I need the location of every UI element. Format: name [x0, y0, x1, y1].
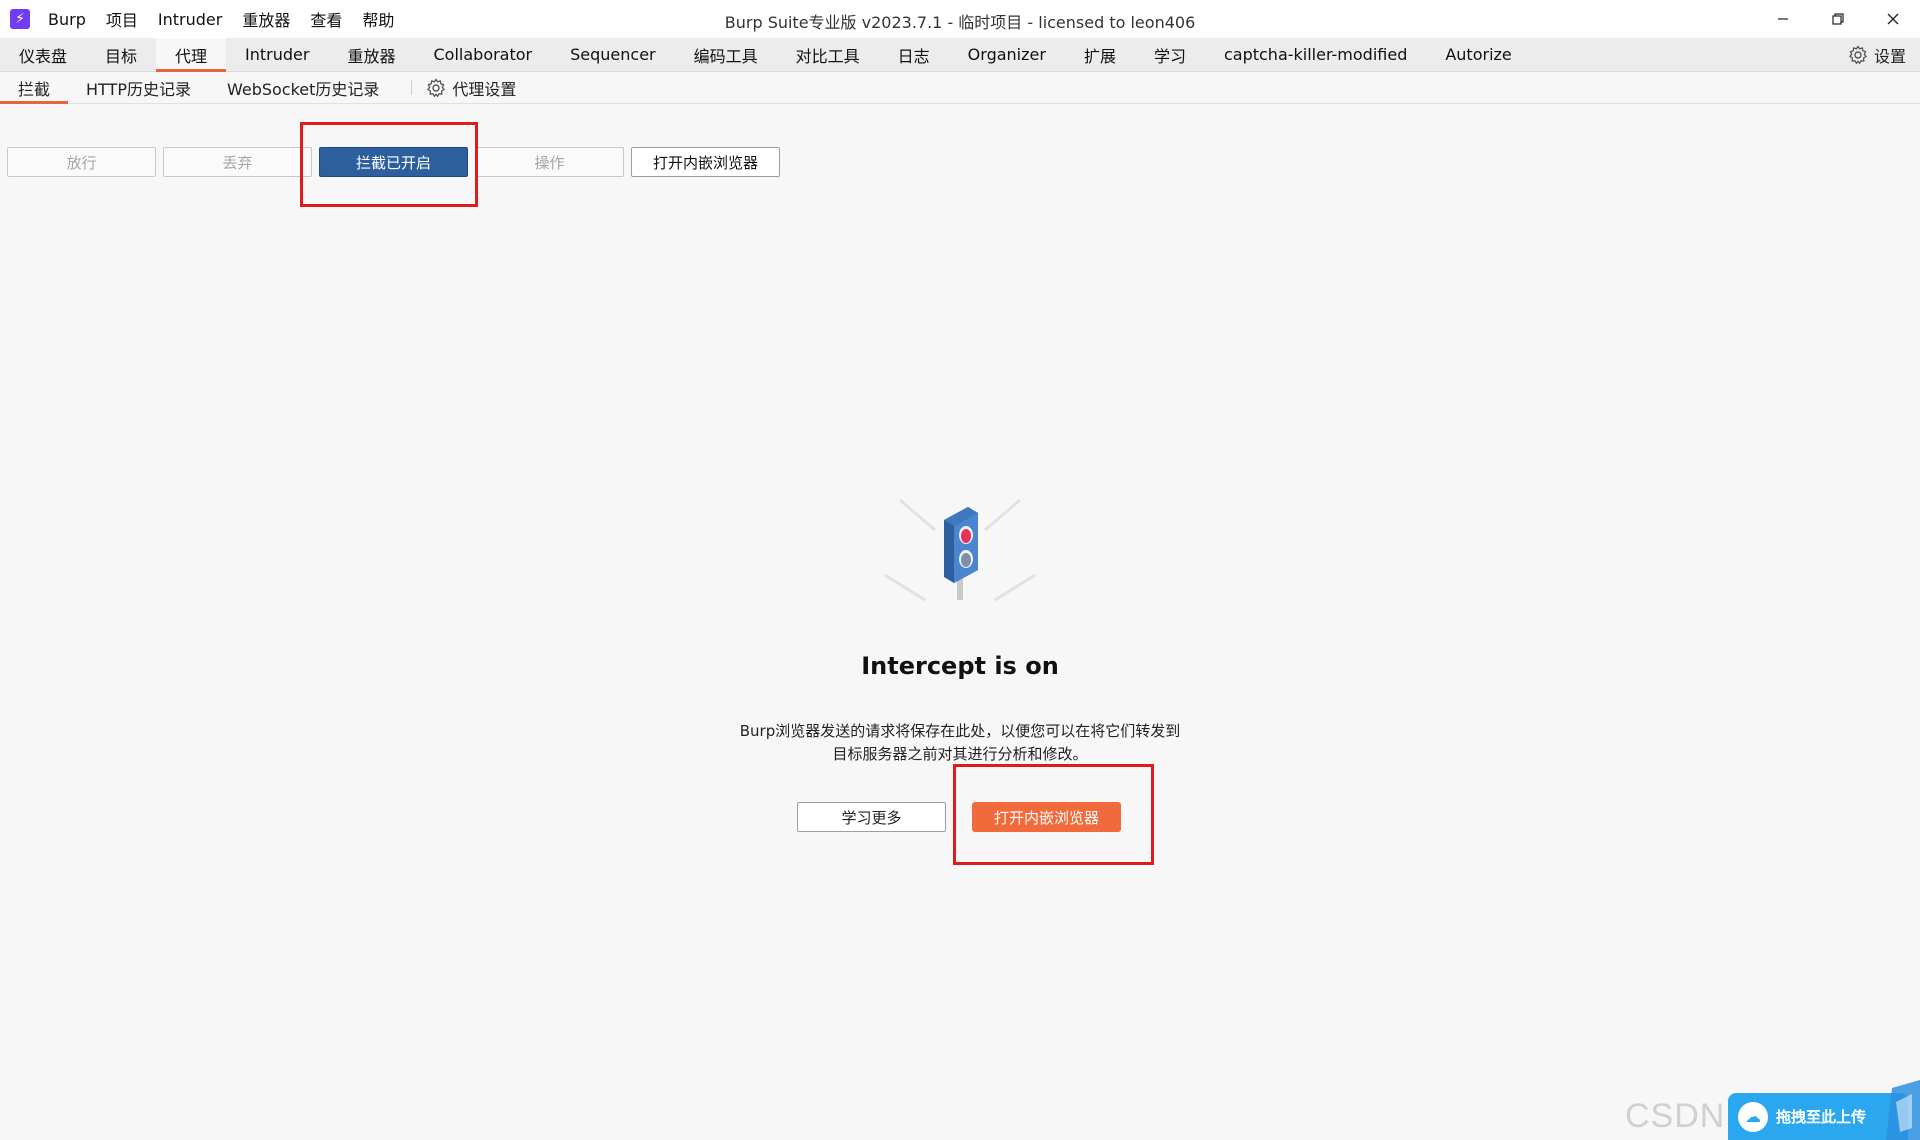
forward-button[interactable]: 放行: [7, 147, 156, 177]
tab-logger[interactable]: 日志: [879, 38, 949, 71]
divider: [411, 80, 413, 95]
tab-captcha-killer[interactable]: captcha-killer-modified: [1205, 38, 1426, 71]
menu-project[interactable]: 项目: [106, 7, 138, 31]
tab-collaborator[interactable]: Collaborator: [415, 38, 552, 71]
drop-button[interactable]: 丢弃: [163, 147, 312, 177]
tab-extensions[interactable]: 扩展: [1065, 38, 1135, 71]
intercept-toggle-button[interactable]: 拦截已开启: [319, 147, 468, 177]
subtab-websocket-history[interactable]: WebSocket历史记录: [209, 72, 397, 103]
proxy-settings-button[interactable]: 代理设置: [426, 72, 516, 103]
tab-intruder[interactable]: Intruder: [226, 38, 328, 71]
tab-dashboard[interactable]: 仪表盘: [0, 38, 86, 71]
title-bar: ⚡ Burp 项目 Intruder 重放器 查看 帮助 Burp Suite专…: [0, 0, 1920, 38]
main-tab-bar: 仪表盘 目标 代理 Intruder 重放器 Collaborator Sequ…: [0, 38, 1920, 72]
subtab-intercept[interactable]: 拦截: [0, 72, 69, 104]
intercept-status-title: Intercept is on: [861, 652, 1059, 680]
traffic-light-icon: [884, 498, 1036, 602]
menu-burp[interactable]: Burp: [48, 10, 86, 29]
close-icon[interactable]: [1865, 0, 1920, 38]
description-line-2: 目标服务器之前对其进行分析和修改。: [832, 745, 1088, 763]
restore-icon[interactable]: [1810, 0, 1865, 38]
burp-logo-icon: ⚡: [10, 9, 30, 29]
learn-more-button[interactable]: 学习更多: [797, 802, 946, 832]
gear-icon: [1849, 45, 1867, 65]
intercept-toolbar: 放行 丢弃 拦截已开启 操作 打开内嵌浏览器: [7, 147, 787, 177]
menu-intruder[interactable]: Intruder: [158, 10, 222, 29]
description-line-1: Burp浏览器发送的请求将保存在此处，以便您可以在将它们转发到: [739, 722, 1181, 740]
open-embedded-browser-button[interactable]: 打开内嵌浏览器: [972, 802, 1121, 832]
sub-tab-bar: 拦截 HTTP历史记录 WebSocket历史记录 代理设置: [0, 72, 1920, 104]
settings-label: 设置: [1873, 47, 1906, 66]
open-browser-button[interactable]: 打开内嵌浏览器: [631, 147, 780, 177]
tab-organizer[interactable]: Organizer: [949, 38, 1065, 71]
gear-icon: [427, 77, 446, 97]
menu-help[interactable]: 帮助: [362, 7, 394, 31]
window-controls: [1755, 0, 1920, 38]
center-actions: 学习更多 打开内嵌浏览器: [797, 802, 1121, 832]
corner-decoration-icon: [1886, 1080, 1920, 1140]
tab-learn[interactable]: 学习: [1135, 38, 1205, 71]
intercept-description: Burp浏览器发送的请求将保存在此处，以便您可以在将它们转发到 目标服务器之前对…: [660, 720, 1260, 766]
settings-button[interactable]: 设置: [1848, 38, 1906, 72]
tab-repeater[interactable]: 重放器: [328, 38, 414, 71]
menu-bar: Burp 项目 Intruder 重放器 查看 帮助: [48, 7, 414, 31]
cloud-upload-icon: ☁: [1738, 1101, 1768, 1132]
tab-autorize[interactable]: Autorize: [1426, 38, 1530, 71]
tab-comparer[interactable]: 对比工具: [777, 38, 879, 71]
tab-sequencer[interactable]: Sequencer: [551, 38, 675, 71]
subtab-http-history[interactable]: HTTP历史记录: [68, 72, 209, 103]
upload-label: 拖拽至此上传: [1776, 1108, 1867, 1126]
tab-proxy[interactable]: 代理: [156, 38, 227, 72]
tab-decoder[interactable]: 编码工具: [675, 38, 777, 71]
upload-drop-badge[interactable]: ☁ 拖拽至此上传: [1728, 1093, 1908, 1140]
menu-view[interactable]: 查看: [310, 7, 342, 31]
tab-target[interactable]: 目标: [86, 38, 156, 71]
action-button[interactable]: 操作: [475, 147, 624, 177]
burp-window: ⚡ Burp 项目 Intruder 重放器 查看 帮助 Burp Suite专…: [0, 0, 1920, 1140]
minimize-icon[interactable]: [1755, 0, 1810, 38]
menu-repeater[interactable]: 重放器: [242, 7, 290, 31]
proxy-settings-label: 代理设置: [452, 79, 517, 99]
